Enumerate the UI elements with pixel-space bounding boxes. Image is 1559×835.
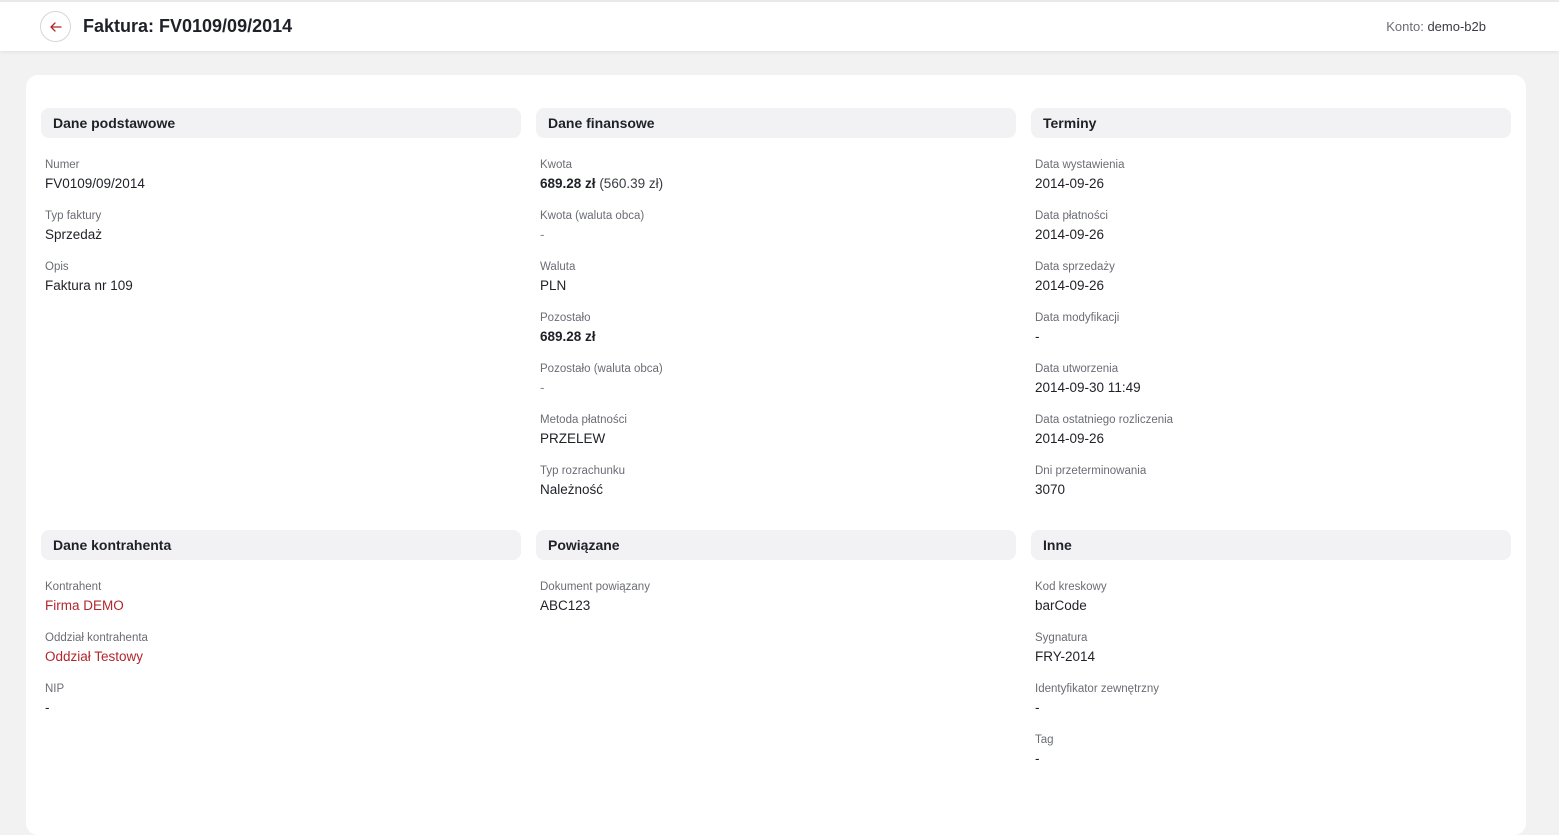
section-basic-data: Dane podstawowe Numer FV0109/09/2014 Typ… — [41, 108, 521, 311]
field-amount: Kwota 689.28 zł (560.39 zł) — [540, 158, 1012, 209]
section-contractor-data: Dane kontrahenta Kontrahent Firma DEMO O… — [41, 530, 521, 733]
field-payment-date: Data płatności 2014-09-26 — [1035, 209, 1507, 260]
field-label: Tag — [1035, 734, 1054, 746]
field-created-date: Data utworzenia 2014-09-30 11:49 — [1035, 362, 1507, 413]
field-external-id: Identyfikator zewnętrzny - — [1035, 682, 1507, 733]
amount-net: (560.39 zł) — [599, 176, 664, 191]
section-dates: Terminy Data wystawienia 2014-09-26 Data… — [1031, 108, 1511, 515]
field-description: Opis Faktura nr 109 — [45, 260, 517, 311]
section-header: Inne — [1031, 530, 1511, 560]
section-other: Inne Kod kreskowy barCode Sygnatura FRY-… — [1031, 530, 1511, 784]
field-value: PRZELEW — [540, 431, 606, 446]
field-value: ABC123 — [540, 598, 591, 613]
field-nip: NIP - — [45, 682, 517, 733]
field-value: 2014-09-26 — [1035, 278, 1105, 293]
field-label: Metoda płatności — [540, 414, 627, 426]
field-label: Pozostało (waluta obca) — [540, 363, 663, 375]
field-value: FRY-2014 — [1035, 649, 1096, 664]
field-related-document: Dokument powiązany ABC123 — [540, 580, 1012, 631]
field-label: Opis — [45, 261, 69, 273]
field-value: 689.28 zł (560.39 zł) — [540, 175, 1012, 193]
field-issue-date: Data wystawienia 2014-09-26 — [1035, 158, 1507, 209]
field-remaining-foreign: Pozostało (waluta obca) - — [540, 362, 1012, 413]
field-label: Data modyfikacji — [1035, 312, 1120, 324]
field-label: Pozostało — [540, 312, 591, 324]
field-label: Sygnatura — [1035, 632, 1088, 644]
field-value: - — [540, 380, 545, 395]
section-header: Terminy — [1031, 108, 1511, 138]
field-value: - — [1035, 751, 1040, 766]
field-label: Kwota (waluta obca) — [540, 210, 645, 222]
back-button[interactable] — [40, 11, 71, 42]
field-label: Kod kreskowy — [1035, 581, 1107, 593]
field-value: barCode — [1035, 598, 1087, 613]
arrow-left-icon — [49, 21, 62, 32]
field-value: PLN — [540, 278, 567, 293]
field-modified-date: Data modyfikacji - — [1035, 311, 1507, 362]
field-value: 2014-09-30 11:49 — [1035, 380, 1141, 395]
field-value: - — [45, 700, 50, 715]
field-number: Numer FV0109/09/2014 — [45, 158, 517, 209]
invoice-details-card: Dane podstawowe Numer FV0109/09/2014 Typ… — [26, 75, 1526, 835]
field-value: FV0109/09/2014 — [45, 176, 145, 191]
field-value: 689.28 zł — [540, 329, 596, 344]
field-contractor: Kontrahent Firma DEMO — [45, 580, 517, 631]
field-amount-foreign: Kwota (waluta obca) - — [540, 209, 1012, 260]
field-label: Data ostatniego rozliczenia — [1035, 414, 1174, 426]
section-related: Powiązane Dokument powiązany ABC123 — [536, 530, 1016, 631]
field-overdue-days: Dni przeterminowania 3070 — [1035, 464, 1507, 515]
field-label: Numer — [45, 159, 80, 171]
field-remaining: Pozostało 689.28 zł — [540, 311, 1012, 362]
section-header: Dane kontrahenta — [41, 530, 521, 560]
field-tag: Tag - — [1035, 733, 1507, 784]
field-label: Data sprzedaży — [1035, 261, 1115, 273]
field-label: Kontrahent — [45, 581, 102, 593]
field-value: Należność — [540, 482, 604, 497]
field-barcode: Kod kreskowy barCode — [1035, 580, 1507, 631]
section-header: Dane podstawowe — [41, 108, 521, 138]
section-header: Dane finansowe — [536, 108, 1016, 138]
field-contractor-branch: Oddział kontrahenta Oddział Testowy — [45, 631, 517, 682]
field-invoice-type: Typ faktury Sprzedaż — [45, 209, 517, 260]
section-header: Powiązane — [536, 530, 1016, 560]
field-value: - — [1035, 700, 1040, 715]
field-label: Data utworzenia — [1035, 363, 1119, 375]
account-info: Konto: demo-b2b — [1386, 19, 1486, 34]
field-label: Typ faktury — [45, 210, 102, 222]
field-sale-date: Data sprzedaży 2014-09-26 — [1035, 260, 1507, 311]
field-label: Typ rozrachunku — [540, 465, 626, 477]
top-bar: Faktura: FV0109/09/2014 Konto: demo-b2b — [0, 0, 1559, 51]
account-label: Konto: — [1386, 19, 1424, 34]
field-label: Dokument powiązany — [540, 581, 650, 593]
field-label: Data płatności — [1035, 210, 1108, 222]
field-label: Oddział kontrahenta — [45, 632, 148, 644]
field-label: Identyfikator zewnętrzny — [1035, 683, 1160, 695]
field-currency: Waluta PLN — [540, 260, 1012, 311]
account-value: demo-b2b — [1427, 19, 1486, 34]
amount-gross: 689.28 zł — [540, 176, 596, 191]
field-payment-method: Metoda płatności PRZELEW — [540, 413, 1012, 464]
field-value: - — [540, 227, 545, 242]
field-value: 2014-09-26 — [1035, 431, 1105, 446]
field-label: Dni przeterminowania — [1035, 465, 1147, 477]
field-value: 2014-09-26 — [1035, 227, 1105, 242]
field-signature: Sygnatura FRY-2014 — [1035, 631, 1507, 682]
contractor-link[interactable]: Firma DEMO — [45, 597, 517, 615]
field-value: Sprzedaż — [45, 227, 103, 242]
field-value: Faktura nr 109 — [45, 278, 133, 293]
field-label: Waluta — [540, 261, 576, 273]
field-last-settlement-date: Data ostatniego rozliczenia 2014-09-26 — [1035, 413, 1507, 464]
field-label: NIP — [45, 683, 65, 695]
field-label: Kwota — [540, 159, 572, 171]
section-financial-data: Dane finansowe Kwota 689.28 zł (560.39 z… — [536, 108, 1016, 515]
field-settlement-type: Typ rozrachunku Należność — [540, 464, 1012, 515]
contractor-branch-link[interactable]: Oddział Testowy — [45, 648, 517, 666]
field-value: 2014-09-26 — [1035, 176, 1105, 191]
field-value: 3070 — [1035, 482, 1066, 497]
field-label: Data wystawienia — [1035, 159, 1125, 171]
field-value: - — [1035, 329, 1040, 344]
page-title: Faktura: FV0109/09/2014 — [83, 16, 293, 36]
